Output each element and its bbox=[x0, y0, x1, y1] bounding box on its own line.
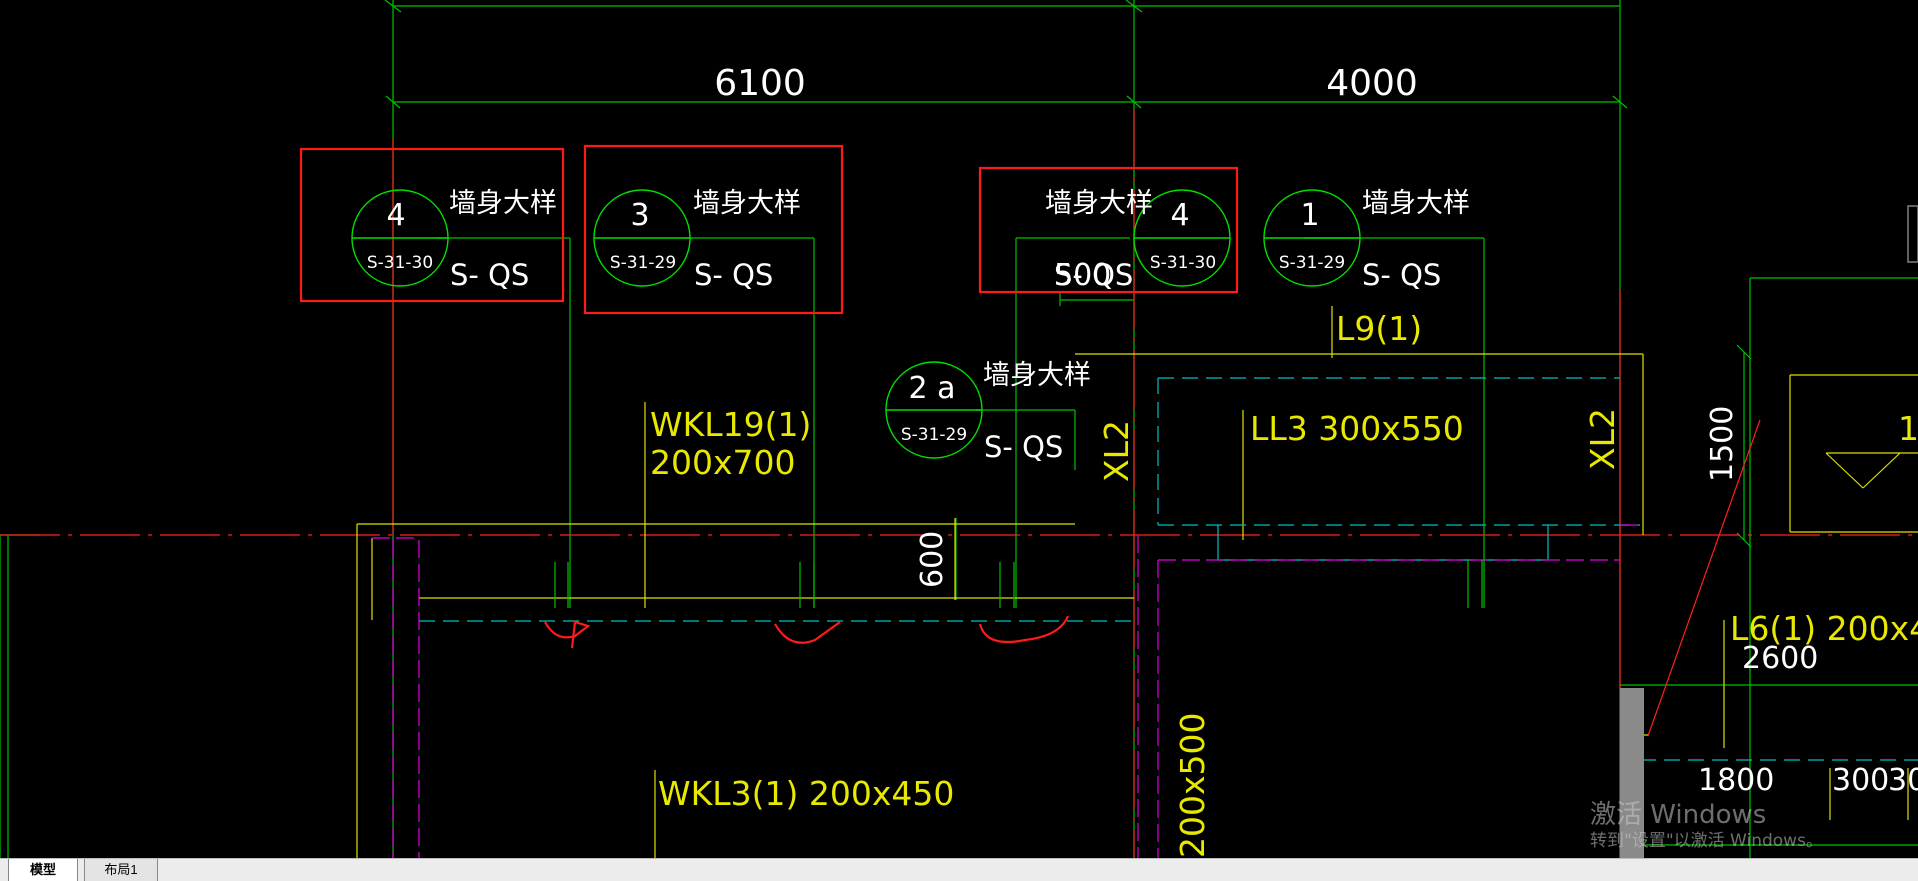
callout-5-number: 2 a bbox=[908, 371, 955, 406]
dimension-4000: 4000 bbox=[1326, 63, 1418, 104]
dimension-600: 600 bbox=[915, 531, 950, 588]
beam-label-200x500: 200x500 bbox=[1173, 712, 1212, 858]
beam-label-xl2-left: XL2 bbox=[1097, 420, 1136, 482]
beam-ticks bbox=[1217, 525, 1549, 560]
callout-1-title: 墙身大样 bbox=[449, 188, 557, 219]
callout-2-sheet: S-31-29 bbox=[610, 253, 676, 273]
layout-tab-bar: 模型 布局1 bbox=[0, 858, 1918, 881]
callout-circles bbox=[351, 189, 1361, 459]
tab-layout1[interactable]: 布局1 bbox=[84, 859, 158, 881]
dimension-1500: 1500 bbox=[1705, 406, 1740, 482]
callout-3-sheet: S-31-30 bbox=[1150, 253, 1216, 273]
beam-label-10: 10 bbox=[1898, 409, 1918, 448]
tab-model[interactable]: 模型 bbox=[8, 859, 78, 881]
callout-2-number: 3 bbox=[630, 198, 649, 233]
dimension-30: 30 bbox=[1888, 763, 1918, 798]
callout-4-title: 墙身大样 bbox=[1362, 188, 1470, 219]
watermark-line-2: 转到"设置"以激活 Windows。 bbox=[1590, 831, 1823, 851]
callout-1-sheet: S-31-30 bbox=[367, 253, 433, 273]
callout-2-code: S- QS bbox=[694, 258, 773, 292]
callout-4-code: S- QS bbox=[1362, 258, 1441, 292]
wall-lines bbox=[372, 524, 1640, 858]
callout-5-code: S- QS bbox=[984, 430, 1063, 464]
dimension-500: 500 bbox=[1054, 258, 1111, 293]
callout-5-sheet: S-31-29 bbox=[901, 425, 967, 445]
dimension-6100: 6100 bbox=[714, 63, 806, 104]
callout-2-title: 墙身大样 bbox=[693, 188, 801, 219]
cad-viewport[interactable]: 4 3 4 1 2 a S-31-30 S-31-29 S-31-30 S-31… bbox=[0, 0, 1918, 858]
callout-3-title: 墙身大样 bbox=[1045, 188, 1153, 219]
callout-1-code: S- QS bbox=[450, 258, 529, 292]
beam-label-ll3: LL3 300x550 bbox=[1250, 409, 1464, 448]
dimension-1800: 1800 bbox=[1698, 763, 1774, 798]
beam-label-l9: L9(1) bbox=[1336, 309, 1422, 348]
callout-5-title: 墙身大样 bbox=[983, 360, 1091, 391]
drawing-canvas[interactable]: 4 3 4 1 2 a S-31-30 S-31-29 S-31-30 S-31… bbox=[0, 0, 1918, 858]
callout-3-number: 4 bbox=[1170, 198, 1189, 233]
scroll-handle[interactable] bbox=[1907, 205, 1918, 263]
beam-label-wkl19: WKL19(1) bbox=[650, 405, 811, 444]
column-ticks bbox=[554, 560, 1483, 608]
dashed-beam-lines bbox=[419, 377, 1918, 761]
beam-label-xl2-right: XL2 bbox=[1583, 408, 1622, 470]
callout-4-number: 1 bbox=[1300, 198, 1319, 233]
callout-4-sheet: S-31-29 bbox=[1279, 253, 1345, 273]
callout-1-number: 4 bbox=[386, 198, 405, 233]
dimension-300: 300 bbox=[1832, 763, 1889, 798]
beam-label-wkl19-size: 200x700 bbox=[650, 443, 796, 482]
windows-activation-watermark: 激活 Windows 转到"设置"以激活 Windows。 bbox=[1590, 800, 1823, 852]
beam-label-l6: L6(1) 200x400 bbox=[1730, 609, 1918, 648]
beam-label-wkl3: WKL3(1) 200x450 bbox=[658, 774, 954, 813]
watermark-line-1: 激活 Windows bbox=[1590, 800, 1767, 830]
